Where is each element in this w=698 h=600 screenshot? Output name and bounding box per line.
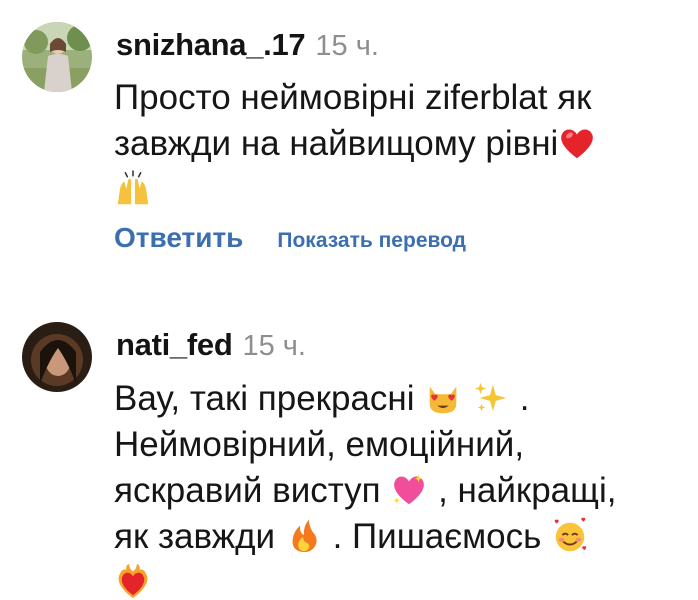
- comment-item: snizhana_.17 15 ч. Просто неймовірні zif…: [0, 0, 698, 290]
- comment-text-line: завжди на найвищому рівні: [114, 124, 559, 163]
- red-heart-icon: [558, 124, 596, 162]
- comment-text-punctuation: .: [519, 379, 530, 418]
- raising-hands-icon: [114, 170, 152, 208]
- username[interactable]: nati_fed: [116, 327, 233, 363]
- avatar-photo: [22, 322, 92, 392]
- sparkles-icon: [472, 379, 510, 417]
- comment-item: nati_fed 15 ч. Вау, такі прекрасні . Ней…: [0, 290, 698, 600]
- fire-icon: [285, 517, 323, 555]
- comment-text-line: як завжди: [114, 517, 276, 556]
- comment-text-line: Просто неймовірні ziferblat як: [114, 78, 592, 117]
- comment-text-line: Неймовірний, емоційний,: [114, 425, 525, 464]
- avatar-photo: [22, 22, 92, 92]
- smiling-face-with-hearts-icon: [551, 517, 589, 555]
- comment-text-line: , найкращі,: [438, 471, 617, 510]
- avatar[interactable]: [22, 322, 92, 392]
- timestamp: 15 ч.: [242, 330, 306, 362]
- heart-on-fire-icon: [114, 563, 152, 600]
- comment-text-line: . Пишаємось: [332, 517, 542, 556]
- comment-text-line: яскравий виступ: [114, 471, 381, 510]
- show-translation-button[interactable]: Показать перевод: [277, 229, 466, 253]
- comment-text-line: Вау, такі прекрасні: [114, 379, 415, 418]
- comment-text: Просто неймовірні ziferblat як завжди на…: [114, 75, 674, 213]
- comment-text: Вау, такі прекрасні . Неймовірний, емоці…: [114, 376, 674, 600]
- reply-button[interactable]: Ответить: [114, 222, 243, 254]
- heart-eyes-cat-icon: [424, 379, 462, 417]
- timestamp: 15 ч.: [315, 30, 379, 62]
- username[interactable]: snizhana_.17: [116, 27, 306, 63]
- avatar[interactable]: [22, 22, 92, 92]
- sparkling-heart-icon: [390, 471, 428, 509]
